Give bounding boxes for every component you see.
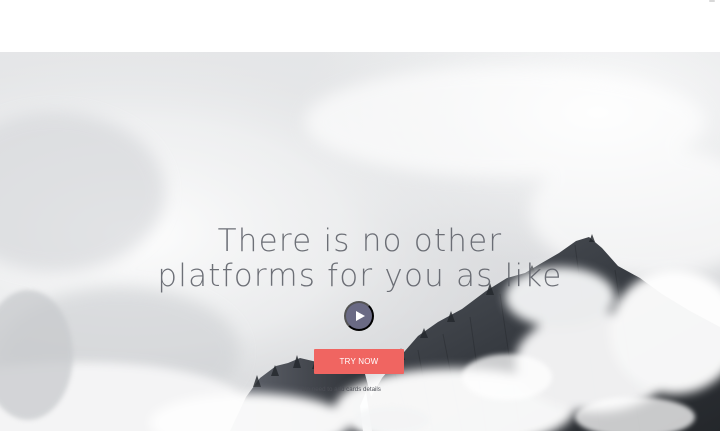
try-now-button[interactable]: TRY NOW [314, 349, 404, 374]
corner-marker [709, 0, 715, 2]
hero-headline-line-2: platforms for you as like [157, 257, 563, 294]
hero-headline: There is no other platforms for you as l… [0, 222, 720, 294]
hero-section: There is no other platforms for you as l… [0, 52, 720, 431]
hero-headline-line-1: There is no other [217, 222, 503, 259]
play-icon [356, 311, 365, 321]
top-header-area [0, 0, 720, 52]
play-video-button[interactable] [344, 301, 374, 331]
card-details-note: * No need to add cards details [298, 386, 381, 393]
landing-page: There is no other platforms for you as l… [0, 0, 720, 433]
